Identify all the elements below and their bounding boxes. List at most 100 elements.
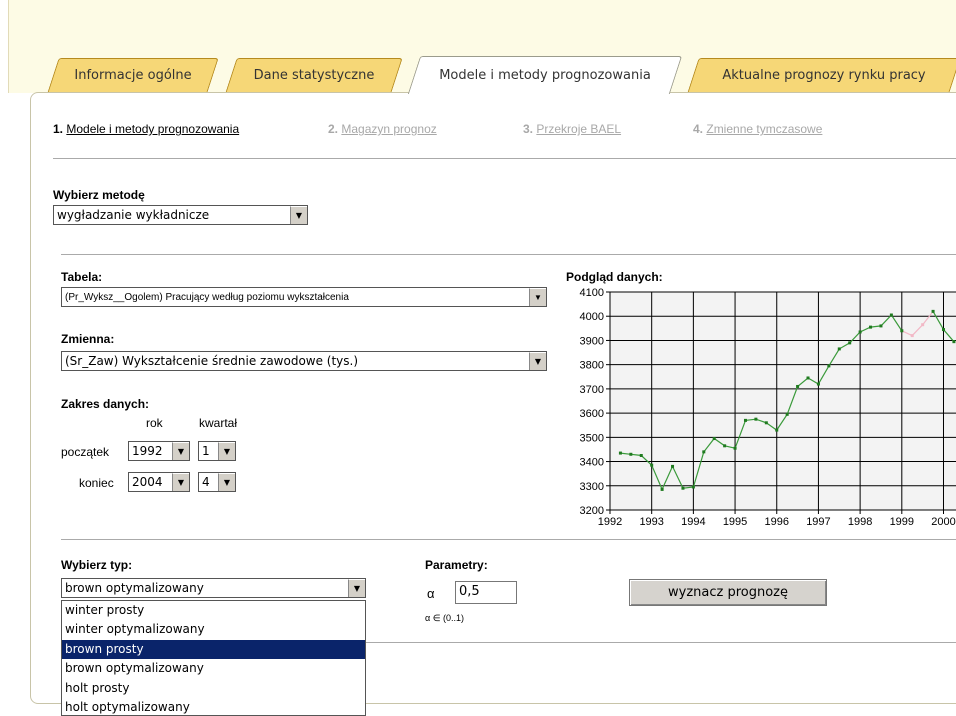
data-point <box>671 464 675 468</box>
tab-label: Informacje ogólne <box>74 68 192 83</box>
step-link[interactable]: Zmienne tymczasowe <box>706 122 822 136</box>
x-tick-label: 1993 <box>639 516 663 528</box>
tab-label: Aktualne prognozy rynku pracy <box>722 68 926 83</box>
tab-label: Dane statystyczne <box>253 68 375 83</box>
chevron-down-icon[interactable]: ▼ <box>172 473 189 491</box>
data-point <box>681 486 685 490</box>
step-magazyn[interactable]: 2. Magazyn prognoz <box>328 122 437 136</box>
data-point <box>775 428 779 432</box>
chevron-down-icon[interactable]: ▼ <box>290 206 307 224</box>
data-point <box>743 418 747 422</box>
step-modele[interactable]: 1. Modele i metody prognozowania <box>53 122 239 136</box>
data-point <box>900 329 904 333</box>
data-point <box>629 452 633 456</box>
x-tick-label: 2000 <box>931 516 955 528</box>
table-label: Tabela: <box>61 270 103 284</box>
step-link[interactable]: Modele i metody prognozowania <box>66 122 239 136</box>
x-tick-label: 1994 <box>681 516 705 528</box>
forecast-button[interactable]: wyznacz prognozę <box>629 579 827 606</box>
y-tick-label: 3600 <box>580 408 604 420</box>
type-option[interactable]: brown optymalizowany <box>62 659 365 678</box>
alpha-input[interactable]: 0,5 <box>455 581 517 604</box>
start-year-select[interactable]: 1992 ▼ <box>128 441 190 461</box>
end-quarter-select[interactable]: 4 ▼ <box>198 472 236 492</box>
end-label: koniec <box>79 476 114 490</box>
step-number: 2. <box>328 122 339 136</box>
method-select[interactable]: wygładzanie wykładnicze ▼ <box>53 205 308 225</box>
step-przekroje[interactable]: 3. Przekroje BAEL <box>523 122 621 136</box>
tab-dane-statystyczne[interactable]: Dane statystyczne <box>225 58 403 93</box>
tab-informacje-ogolne[interactable]: Informacje ogólne <box>47 58 219 93</box>
data-point <box>723 444 727 448</box>
start-quarter-select[interactable]: 1 ▼ <box>198 441 236 461</box>
x-tick-label: 1992 <box>598 516 622 528</box>
type-option[interactable]: holt optymalizowany <box>62 698 365 715</box>
data-point <box>921 323 925 327</box>
data-point <box>785 412 789 416</box>
type-option[interactable]: brown prosty <box>62 639 365 660</box>
year-header: rok <box>146 416 163 430</box>
alpha-hint: α ∈ (0..1) <box>425 613 465 623</box>
method-value: wygładzanie wykładnicze <box>57 208 210 222</box>
start-label: początek <box>61 445 110 459</box>
type-option[interactable]: winter optymalizowany <box>62 620 365 639</box>
divider <box>53 158 956 159</box>
y-tick-label: 3900 <box>580 335 604 347</box>
x-tick-label: 1999 <box>890 516 914 528</box>
type-option[interactable]: winter prosty <box>62 601 365 620</box>
data-point <box>931 309 935 313</box>
y-tick-label: 3400 <box>580 457 604 469</box>
range-label: Zakres danych: <box>61 397 150 411</box>
data-point <box>816 382 820 386</box>
data-point <box>879 324 883 328</box>
params-label: Parametry: <box>425 558 488 572</box>
data-point <box>869 325 873 329</box>
tab-aktualne-prognozy[interactable]: Aktualne prognozy rynku pracy <box>687 58 956 93</box>
divider <box>366 642 956 643</box>
step-number: 3. <box>523 122 534 136</box>
tab-modele-i-metody[interactable]: Modele i metody prognozowania <box>407 56 683 94</box>
type-option[interactable]: holt prosty <box>62 679 365 698</box>
step-link[interactable]: Przekroje BAEL <box>536 122 621 136</box>
data-point <box>702 450 706 454</box>
chevron-down-icon[interactable]: ▼ <box>218 442 235 460</box>
type-select[interactable]: brown optymalizowany ▼ <box>61 578 366 598</box>
x-tick-label: 1998 <box>848 516 872 528</box>
table-value: (Pr_Wyksz__Ogolem) Pracujący według pozi… <box>65 291 349 303</box>
end-year-value: 2004 <box>132 475 163 489</box>
data-point <box>691 485 695 489</box>
x-tick-label: 1995 <box>723 516 747 528</box>
data-point <box>941 328 945 332</box>
type-dropdown-list[interactable]: winter prosty winter optymalizowany brown … <box>61 600 366 716</box>
y-tick-label: 3800 <box>580 360 604 372</box>
method-label: Wybierz metodę <box>53 188 145 202</box>
chevron-down-icon[interactable]: ▼ <box>172 442 189 460</box>
chevron-down-icon[interactable]: ▼ <box>348 579 365 597</box>
data-point <box>796 384 800 388</box>
divider <box>61 254 956 255</box>
chevron-down-icon[interactable]: ▼ <box>218 473 235 491</box>
type-value: brown optymalizowany <box>65 581 204 595</box>
data-point <box>764 421 768 425</box>
variable-select[interactable]: (Sr_Zaw) Wykształcenie średnie zawodowe … <box>61 351 547 371</box>
step-link[interactable]: Magazyn prognoz <box>341 122 436 136</box>
x-tick-label: 1996 <box>765 516 789 528</box>
plot-area <box>610 292 956 510</box>
type-label: Wybierz typ: <box>61 558 133 572</box>
end-year-select[interactable]: 2004 ▼ <box>128 472 190 492</box>
table-select[interactable]: (Pr_Wyksz__Ogolem) Pracujący według pozi… <box>61 287 547 307</box>
quarter-header: kwartał <box>199 416 238 430</box>
step-number: 4. <box>693 122 704 136</box>
data-point <box>848 341 852 345</box>
data-point <box>889 313 893 317</box>
data-point <box>806 376 810 380</box>
chevron-down-icon[interactable]: ▼ <box>529 352 546 370</box>
y-tick-label: 4100 <box>580 287 604 299</box>
data-point <box>754 417 758 421</box>
chevron-down-icon[interactable]: ▼ <box>529 288 546 306</box>
step-zmienne[interactable]: 4. Zmienne tymczasowe <box>693 122 822 136</box>
data-point <box>837 347 841 351</box>
data-point <box>952 340 956 344</box>
y-tick-label: 3700 <box>580 384 604 396</box>
data-point <box>639 454 643 457</box>
